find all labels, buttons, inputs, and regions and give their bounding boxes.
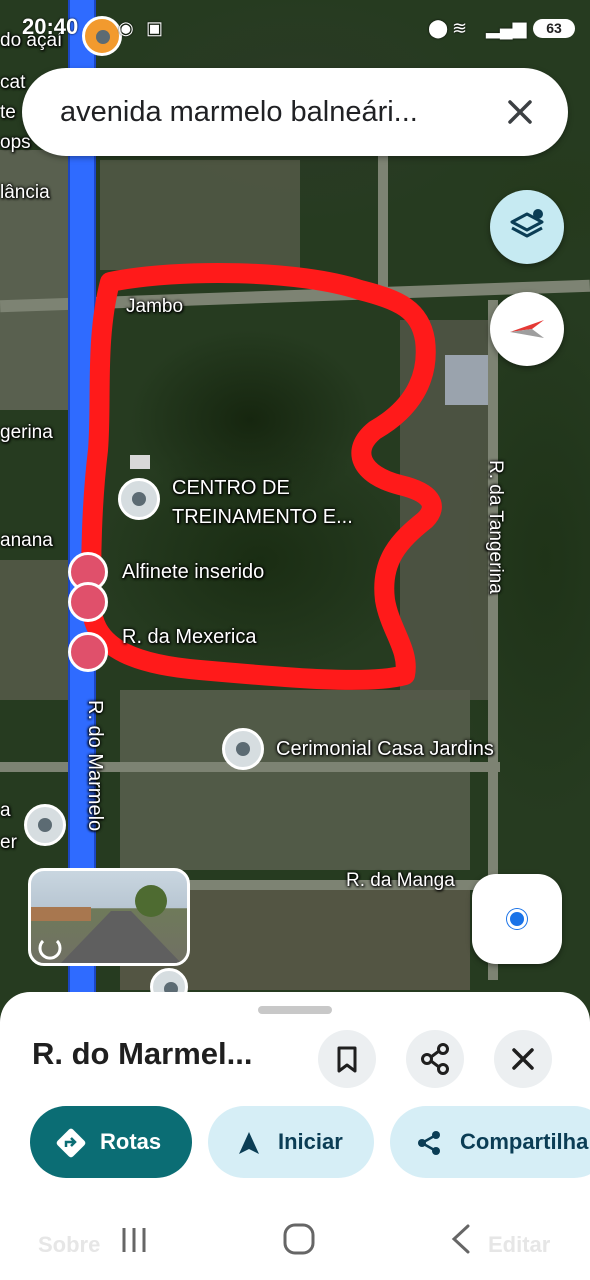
recent-apps-button[interactable] xyxy=(118,1224,150,1256)
directions-button[interactable]: Rotas xyxy=(30,1106,192,1178)
west-poi-pin-icon[interactable] xyxy=(24,804,66,846)
home-button[interactable] xyxy=(282,1222,316,1256)
street-label-marmelo: R. do Marmelo xyxy=(84,700,106,832)
ceremonial-pin-icon[interactable] xyxy=(222,728,264,770)
street-label-banana: anana xyxy=(0,530,53,551)
street-label-fragment-4: lância xyxy=(0,182,50,203)
share-place-label: Compartilha xyxy=(460,1129,589,1154)
navigation-arrow-icon xyxy=(239,1132,259,1154)
start-navigation-button[interactable]: Iniciar xyxy=(208,1106,374,1178)
street-label-fragment-1: cat xyxy=(0,72,26,93)
close-icon xyxy=(512,1048,534,1070)
my-location-button[interactable] xyxy=(472,874,562,964)
wifi-icon: ≋ xyxy=(452,18,468,38)
share-button[interactable] xyxy=(406,1030,464,1088)
back-button[interactable] xyxy=(444,1222,478,1256)
search-bar[interactable]: avenida marmelo balneári... xyxy=(22,68,568,156)
ghost-label-about: Sobre xyxy=(38,1232,101,1257)
compass-icon xyxy=(510,320,544,338)
training-center-pin-icon[interactable] xyxy=(118,478,160,520)
system-navigation-bar: Sobre Editar xyxy=(0,1200,590,1280)
directions-icon xyxy=(56,1128,86,1158)
street-view-thumbnail[interactable] xyxy=(28,868,190,966)
street-label-fragment-5: a xyxy=(0,800,11,821)
clear-search-button[interactable] xyxy=(498,90,542,134)
street-label-fragment-3: ops xyxy=(0,132,31,153)
inserted-pin-secondary-icon[interactable] xyxy=(68,582,108,622)
start-navigation-label: Iniciar xyxy=(278,1129,343,1154)
compass-button[interactable] xyxy=(490,292,564,366)
share-icon xyxy=(421,1043,449,1075)
inserted-pin-label[interactable]: Alfinete inserido xyxy=(122,561,264,584)
street-label-manga: R. da Manga xyxy=(346,870,455,891)
instagram-icon: ▣ xyxy=(146,18,164,38)
ghost-label-edit: Editar xyxy=(488,1232,551,1257)
status-bar: 20:40 ◉ ▣ ⬤ ≋ ▂▄▆ 63 xyxy=(0,0,590,56)
street-label-fragment-6: er xyxy=(0,832,17,853)
street-label-fragment-2: te xyxy=(0,102,16,123)
sheet-drag-handle[interactable] xyxy=(258,1006,332,1014)
battery-indicator: 63 xyxy=(533,19,575,38)
search-query[interactable]: avenida marmelo balneári... xyxy=(60,96,480,129)
place-title: R. do Marmel... xyxy=(32,1036,253,1071)
route-pin-icon[interactable] xyxy=(68,632,108,672)
street-label-tangerina-left: gerina xyxy=(0,422,53,443)
layers-icon xyxy=(510,209,544,238)
street-label-jambo: Jambo xyxy=(126,296,184,317)
layers-button[interactable] xyxy=(490,190,564,264)
location-status-icon: ⬤ xyxy=(428,18,449,38)
battery-level: 63 xyxy=(546,20,562,36)
street-label-mexerica: R. da Mexerica xyxy=(122,626,257,648)
training-center-label[interactable]: CENTRO DE TREINAMENTO E... xyxy=(172,474,353,532)
bookmark-icon xyxy=(337,1046,357,1073)
street-label-tangerina: R. da Tangerina xyxy=(485,460,506,594)
share-icon xyxy=(418,1131,440,1155)
ceremonial-label[interactable]: Cerimonial Casa Jardins xyxy=(276,738,494,761)
notification-icon: ◉ xyxy=(118,18,134,38)
directions-label: Rotas xyxy=(100,1129,162,1154)
close-sheet-button[interactable] xyxy=(494,1030,552,1088)
signal-icon: ▂▄▆ xyxy=(486,18,527,38)
share-place-button[interactable]: Compartilha xyxy=(390,1106,590,1178)
status-clock: 20:40 xyxy=(22,14,79,39)
save-button[interactable] xyxy=(318,1030,376,1088)
street-view-image xyxy=(31,885,181,963)
my-location-icon xyxy=(507,909,527,929)
close-icon xyxy=(508,100,532,124)
